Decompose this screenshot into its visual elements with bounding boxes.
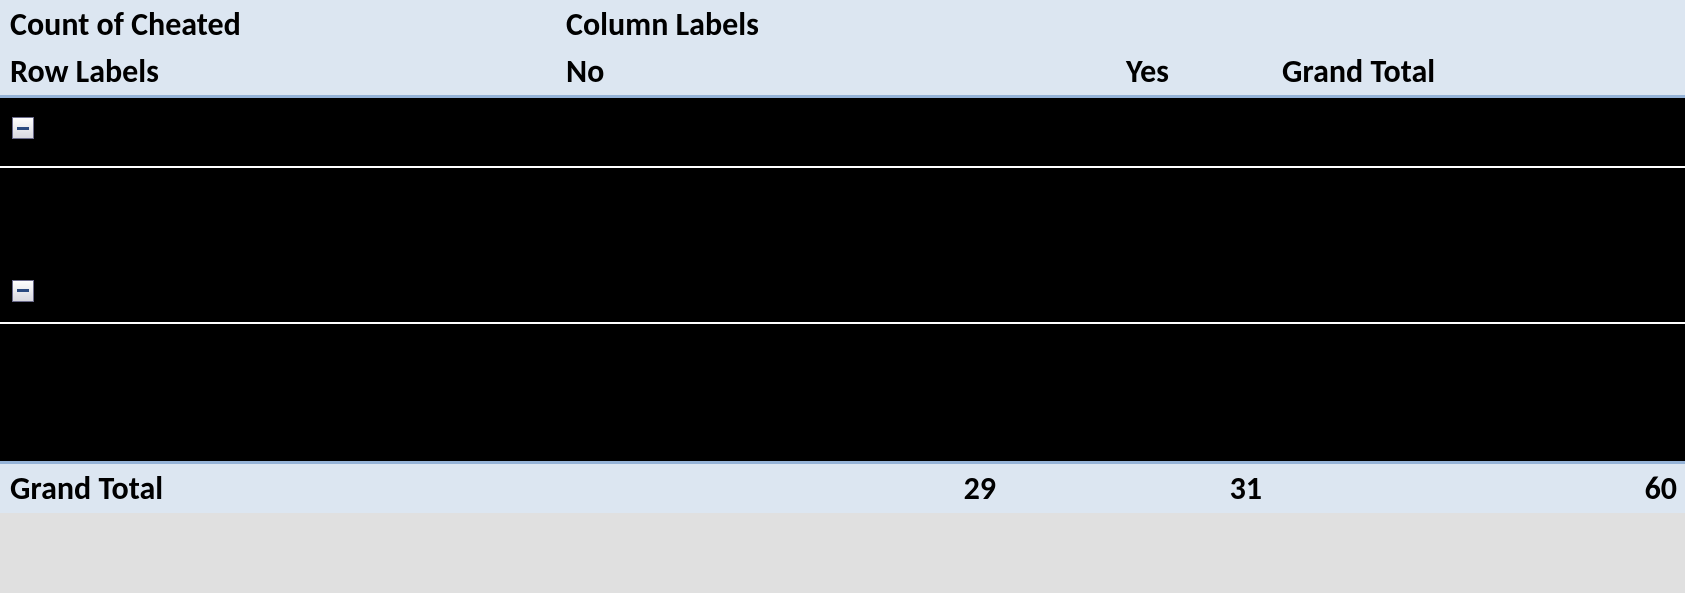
grand-total-all: 60: [1272, 463, 1685, 513]
pivot-group-2-body: [0, 323, 1685, 463]
pivot-group-1-header: [0, 97, 1685, 167]
pivot-title: Count of Cheated: [0, 0, 556, 48]
collapse-button[interactable]: [12, 280, 34, 302]
row-labels-caption: Row Labels: [0, 48, 556, 97]
grand-total-yes: 31: [1116, 463, 1272, 513]
collapse-button[interactable]: [12, 117, 34, 139]
column-labels-caption: Column Labels: [556, 0, 1116, 48]
pivot-table: Count of Cheated Column Labels Row Label…: [0, 0, 1685, 513]
minus-icon: [17, 289, 29, 292]
column-header-yes: Yes: [1116, 48, 1272, 97]
grand-total-row: Grand Total 29 31 60: [0, 463, 1685, 513]
column-header-grand-total: Grand Total: [1272, 48, 1685, 97]
grand-total-no: 29: [556, 463, 1116, 513]
minus-icon: [17, 127, 29, 130]
pivot-header-row-2: Row Labels No Yes Grand Total: [0, 48, 1685, 97]
pivot-group-2-header: [0, 261, 1685, 323]
grand-total-label: Grand Total: [0, 463, 556, 513]
pivot-group-1-body: [0, 167, 1685, 261]
pivot-header-row-1: Count of Cheated Column Labels: [0, 0, 1685, 48]
column-header-no: No: [556, 48, 1116, 97]
